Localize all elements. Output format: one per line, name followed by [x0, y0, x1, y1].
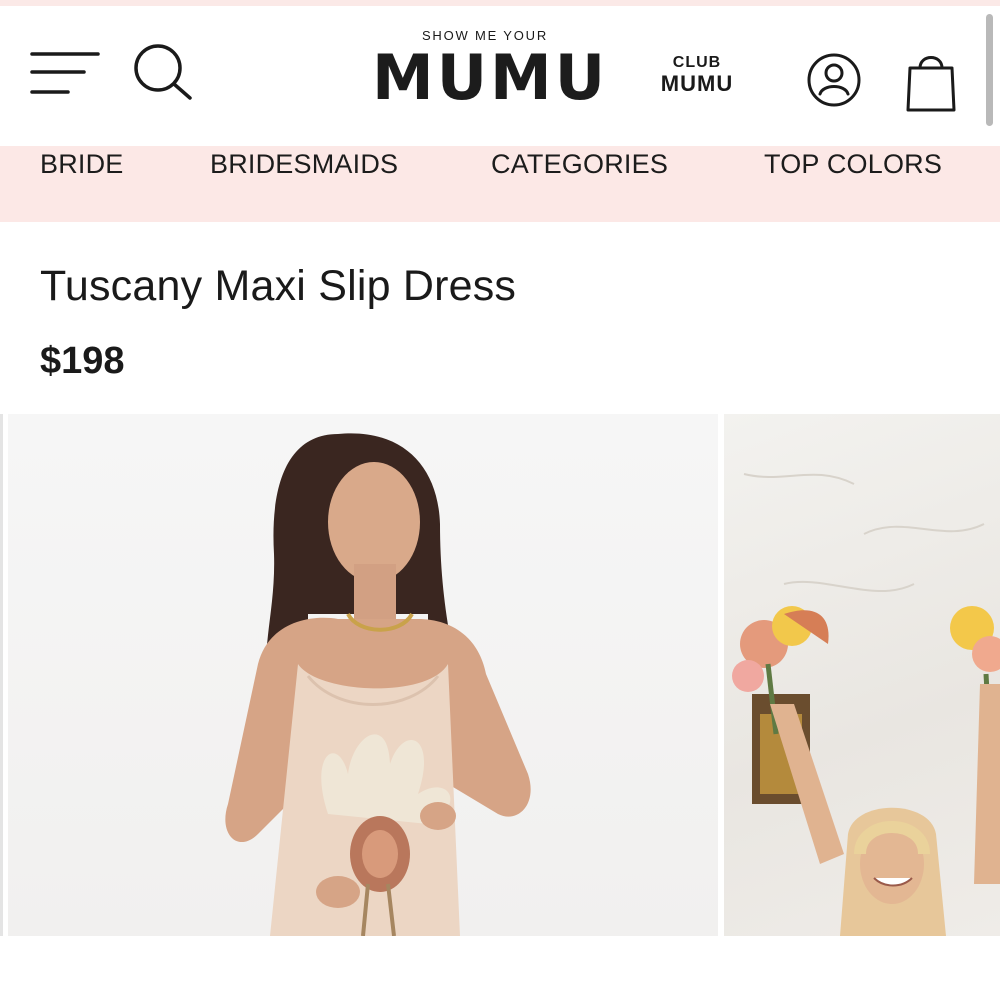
product-image-model[interactable] [8, 414, 718, 936]
club-mumu-link[interactable]: CLUB MUMU [654, 52, 740, 96]
cart-icon[interactable] [900, 46, 962, 116]
site-header: SHOW ME YOUR MUMU CLUB MUMU [0, 6, 1000, 146]
bridesmaids-illustration [732, 473, 1000, 936]
scrollbar-thumb[interactable] [986, 14, 993, 126]
nav-item-bridesmaids[interactable]: BRIDESMAIDS [210, 148, 398, 180]
nav-item-bride[interactable]: BRIDE [40, 148, 124, 180]
model-illustration [225, 433, 531, 936]
product-gallery [0, 414, 1000, 936]
club-label-bottom: MUMU [660, 71, 734, 96]
product-price: $198 [40, 340, 125, 382]
category-nav: BRIDE BRIDESMAIDS CATEGORIES TOP COLORS [0, 146, 1000, 222]
product-image-bridesmaids[interactable] [724, 414, 1000, 936]
product-title: Tuscany Maxi Slip Dress [40, 262, 517, 310]
club-label-top: CLUB [672, 54, 722, 71]
nav-item-categories[interactable]: CATEGORIES [491, 148, 668, 180]
brand-logo[interactable]: SHOW ME YOUR MUMU [372, 26, 609, 126]
menu-icon[interactable] [28, 46, 104, 106]
logo-wordmark: MUMU [372, 41, 609, 114]
account-icon[interactable] [804, 50, 864, 110]
search-icon[interactable] [128, 36, 198, 112]
nav-item-top-colors[interactable]: TOP COLORS [764, 148, 942, 180]
